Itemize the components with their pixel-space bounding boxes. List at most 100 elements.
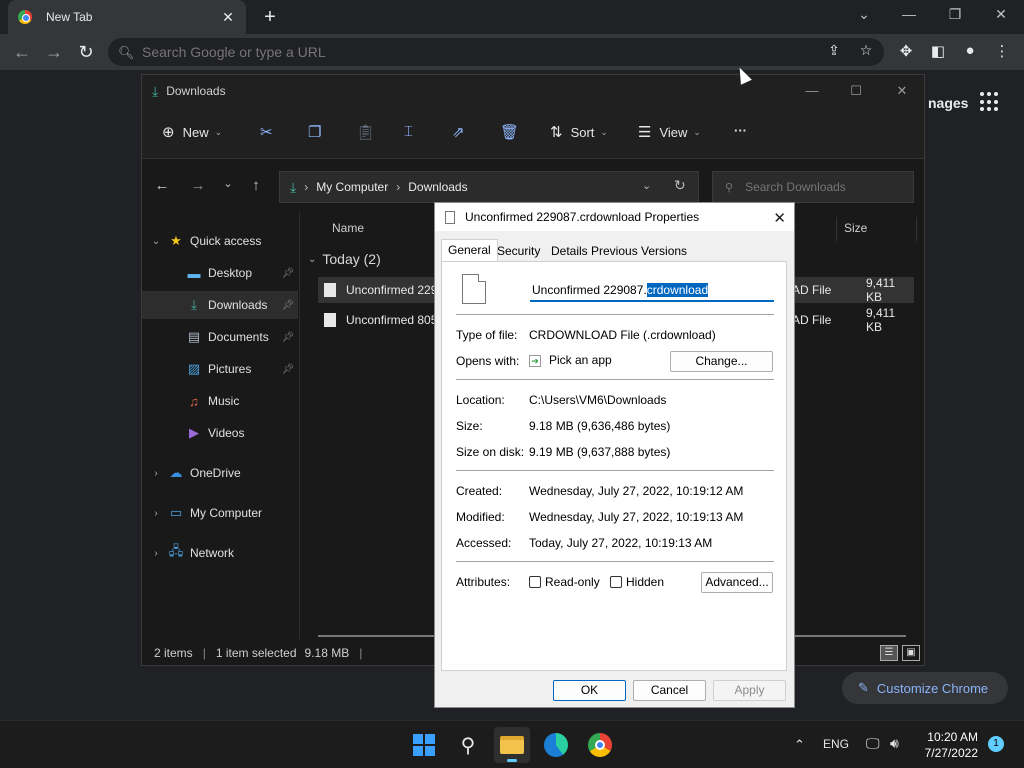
system-clock[interactable]: 10:20 AM 7/27/2022 bbox=[912, 729, 978, 761]
expand-chevron-icon[interactable]: › bbox=[150, 548, 162, 559]
tab-general[interactable]: General bbox=[441, 239, 498, 262]
tab-previous-versions[interactable]: Previous Versions bbox=[585, 241, 693, 261]
cancel-button[interactable]: Cancel bbox=[633, 680, 706, 701]
address-bar[interactable]: ⤓ › My Computer › Downloads bbox=[279, 171, 699, 203]
file-explorer-taskbar-button[interactable] bbox=[494, 727, 530, 763]
tab-close-icon[interactable]: ✕ bbox=[220, 9, 236, 26]
change-button[interactable]: Change... bbox=[670, 351, 773, 372]
copy-button[interactable]: ❐ bbox=[308, 123, 321, 141]
show-hidden-icons-chevron-icon[interactable]: ⌃ bbox=[794, 737, 805, 753]
reload-icon[interactable]: ↻ bbox=[74, 41, 98, 63]
profile-avatar-icon[interactable]: ● bbox=[959, 42, 981, 59]
nav-downloads[interactable]: ⤓ Downloads 📌︎ bbox=[142, 291, 298, 319]
back-icon[interactable]: ← bbox=[10, 41, 34, 63]
paste-button[interactable]: 📋︎ bbox=[356, 123, 375, 141]
delete-button[interactable]: 🗑︎ bbox=[500, 123, 519, 141]
nav-quick-access[interactable]: ⌄ ★ Quick access bbox=[142, 227, 298, 255]
explorer-search-box[interactable]: ⚲ bbox=[712, 171, 914, 203]
readonly-checkbox[interactable]: Read-only bbox=[529, 575, 600, 589]
nav-desktop[interactable]: ▬ Desktop 📌︎ bbox=[142, 259, 298, 287]
nav-onedrive[interactable]: › ☁ OneDrive bbox=[142, 459, 298, 487]
properties-dialog: Unconfirmed 229087.crdownload Properties… bbox=[434, 202, 795, 708]
language-indicator[interactable]: ENG bbox=[823, 737, 849, 751]
chrome-toolbar: ← → ↻ 🔍︎ ⇪ ☆ ✥ ◧ ● ⋮ bbox=[0, 34, 1024, 70]
chrome-menu-icon[interactable]: ⋮ bbox=[991, 42, 1013, 60]
breadcrumb-my-computer[interactable]: My Computer bbox=[316, 180, 388, 194]
network-status-icon[interactable]: 🖵︎ bbox=[866, 735, 880, 752]
nav-music[interactable]: ♫ Music bbox=[142, 387, 298, 415]
ok-button[interactable]: OK bbox=[553, 680, 626, 701]
share-icon[interactable]: ⇪ bbox=[824, 42, 844, 59]
tab-new-tab[interactable]: New Tab ✕ bbox=[8, 0, 246, 34]
forward-icon[interactable]: → bbox=[42, 41, 66, 63]
status-item-count: 2 items bbox=[154, 646, 193, 660]
bookmark-star-icon[interactable]: ☆ bbox=[856, 42, 876, 59]
omnibox[interactable]: 🔍︎ bbox=[108, 38, 884, 66]
tiles-view-icon[interactable]: ▣ bbox=[902, 645, 920, 661]
modified-label: Modified: bbox=[456, 510, 505, 524]
network-icon: 🖧︎ bbox=[168, 543, 184, 558]
details-view-icon[interactable]: ☰ bbox=[880, 645, 898, 661]
nav-my-computer[interactable]: › ▭ My Computer bbox=[142, 499, 298, 527]
checkbox-box[interactable] bbox=[610, 576, 622, 588]
edge-taskbar-button[interactable] bbox=[538, 727, 574, 763]
breadcrumb-separator-icon: › bbox=[396, 180, 401, 194]
hidden-checkbox[interactable]: Hidden bbox=[610, 575, 664, 589]
explorer-maximize-icon[interactable]: ☐ bbox=[844, 83, 868, 99]
refresh-icon[interactable]: ↻ bbox=[674, 177, 686, 194]
column-header-name[interactable]: Name bbox=[332, 221, 364, 235]
rename-button[interactable]: ⌶ bbox=[404, 123, 413, 140]
breadcrumb-downloads[interactable]: Downloads bbox=[408, 180, 467, 194]
checkbox-box[interactable] bbox=[529, 576, 541, 588]
group-header-today[interactable]: ⌄ Today (2) bbox=[308, 251, 381, 267]
omnibox-input[interactable] bbox=[142, 44, 792, 60]
search-taskbar-button[interactable]: ⚲ bbox=[450, 727, 486, 763]
explorer-close-icon[interactable]: ✕ bbox=[890, 83, 914, 99]
minimize-icon[interactable]: — bbox=[897, 6, 921, 22]
new-button[interactable]: ⊕ New ⌄ bbox=[162, 123, 222, 141]
expand-chevron-icon[interactable]: ⌄ bbox=[150, 236, 162, 247]
side-panel-icon[interactable]: ◧ bbox=[927, 42, 949, 60]
filename-input[interactable]: Unconfirmed 229087.crdownload bbox=[530, 280, 774, 302]
nav-videos[interactable]: ▶ Videos bbox=[142, 419, 298, 447]
explorer-command-bar: ⊕ New ⌄ ✂ ❐ 📋︎ ⌶ ⇗ 🗑︎ ⇅ Sort ⌄ ☰ View ⌄ … bbox=[142, 107, 924, 159]
more-options-button[interactable]: ··· bbox=[734, 123, 747, 138]
customize-chrome-button[interactable]: ✎ Customize Chrome bbox=[842, 672, 1008, 704]
address-history-chevron-icon[interactable]: ⌄ bbox=[642, 179, 651, 192]
tab-search-chevron-icon[interactable]: ⌄ bbox=[852, 6, 876, 23]
computer-icon: ▭ bbox=[169, 505, 183, 520]
explorer-forward-icon[interactable]: → bbox=[188, 177, 208, 194]
up-folder-icon[interactable]: ↑ bbox=[246, 177, 266, 194]
recent-locations-icon[interactable]: ⌄ bbox=[218, 177, 238, 190]
nav-pictures[interactable]: ▨ Pictures 📌︎ bbox=[142, 355, 298, 383]
advanced-button[interactable]: Advanced... bbox=[701, 572, 773, 593]
images-link[interactable]: nages bbox=[928, 95, 968, 111]
desktop-icon: ▬ bbox=[187, 265, 201, 281]
close-window-icon[interactable]: ✕ bbox=[989, 6, 1013, 23]
column-header-size[interactable]: Size bbox=[844, 221, 867, 235]
volume-icon[interactable]: 🔊︎ bbox=[890, 735, 899, 752]
nav-documents[interactable]: ▤ Documents 📌︎ bbox=[142, 323, 298, 351]
filename-text: Unconfirmed 229087. bbox=[532, 283, 647, 297]
sort-button[interactable]: ⇅ Sort ⌄ bbox=[550, 123, 608, 141]
cut-button[interactable]: ✂ bbox=[260, 123, 273, 141]
dialog-close-icon[interactable]: ✕ bbox=[773, 209, 786, 227]
explorer-back-icon[interactable]: ← bbox=[152, 177, 172, 194]
nav-network[interactable]: › 🖧︎ Network bbox=[142, 539, 298, 567]
share-button[interactable]: ⇗ bbox=[452, 123, 465, 141]
chrome-taskbar-button[interactable] bbox=[582, 727, 618, 763]
view-button[interactable]: ☰ View ⌄ bbox=[638, 123, 701, 141]
start-button[interactable] bbox=[406, 727, 442, 763]
extensions-puzzle-icon[interactable]: ✥ bbox=[895, 42, 917, 60]
explorer-search-input[interactable] bbox=[745, 180, 906, 194]
new-tab-button[interactable]: + bbox=[260, 5, 280, 29]
restore-icon[interactable]: ❐ bbox=[943, 6, 967, 23]
general-tab-panel: Unconfirmed 229087.crdownload Type of fi… bbox=[441, 261, 787, 671]
google-apps-icon[interactable] bbox=[980, 92, 1000, 112]
explorer-minimize-icon[interactable]: — bbox=[800, 83, 824, 98]
expand-chevron-icon[interactable]: › bbox=[150, 468, 162, 479]
expand-chevron-icon[interactable]: › bbox=[150, 508, 162, 519]
apply-button[interactable]: Apply bbox=[713, 680, 786, 701]
tab-security[interactable]: Security bbox=[491, 241, 546, 261]
notification-badge[interactable]: 1 bbox=[988, 736, 1004, 752]
